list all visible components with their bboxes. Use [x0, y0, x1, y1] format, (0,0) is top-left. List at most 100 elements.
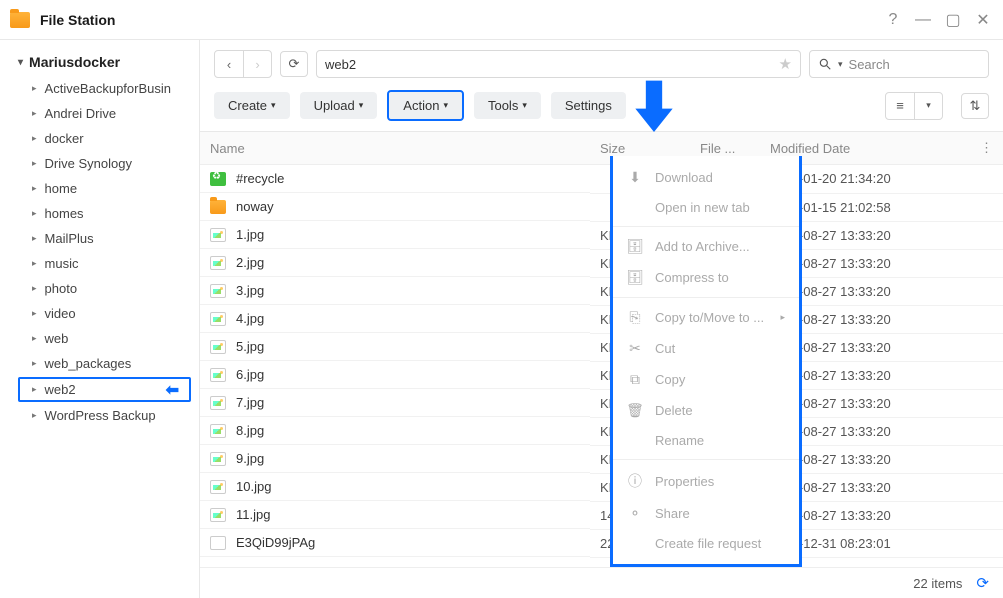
action-dropdown: ⬇Download Open in new tab 🗄Add to Archiv…: [610, 156, 802, 567]
img-icon: [210, 312, 226, 326]
file-name: 8.jpg: [236, 423, 264, 438]
table-row[interactable]: 4.jpgKBJPG ...2020-08-27 13:33:20: [200, 305, 1003, 333]
info-icon: ⓘ: [627, 471, 643, 491]
chevron-right-icon: ▸: [780, 312, 785, 323]
menu-download[interactable]: ⬇Download: [613, 162, 799, 193]
menu-open-tab[interactable]: Open in new tab: [613, 193, 799, 222]
img-icon: [210, 340, 226, 354]
search-icon: [818, 57, 832, 71]
file-name: E3QiD99jPAg: [236, 535, 315, 550]
menu-properties[interactable]: ⓘProperties: [613, 464, 799, 498]
settings-button[interactable]: Settings: [551, 92, 626, 119]
img-icon: [210, 424, 226, 438]
list-view-button[interactable]: ≡: [886, 93, 914, 119]
tools-button[interactable]: Tools▾: [474, 92, 541, 119]
copy-move-icon: ⎘: [627, 309, 643, 326]
sidebar-item-web[interactable]: web: [0, 326, 199, 351]
table-row[interactable]: 9.jpgKBJPG ...2020-08-27 13:33:20: [200, 445, 1003, 473]
view-dropdown-button[interactable]: ▾: [914, 93, 942, 119]
copy-icon: ⧉: [627, 371, 643, 388]
minimize-button[interactable]: —: [913, 10, 933, 30]
archive-icon: 🗄: [627, 238, 643, 255]
file-table: Name Size File ... Modified Date ⋮ #recy…: [200, 132, 1003, 558]
maximize-button[interactable]: ▢: [943, 10, 963, 30]
nav-buttons: ‹ ›: [214, 50, 272, 78]
folder-icon: [210, 200, 226, 214]
file-name: noway: [236, 199, 274, 214]
table-row[interactable]: 2.jpgKBJPG ...2020-08-27 13:33:20: [200, 249, 1003, 277]
compress-icon: 🗄: [627, 269, 643, 286]
sidebar-item-photo[interactable]: photo: [0, 276, 199, 301]
nav-forward-button[interactable]: ›: [243, 51, 271, 77]
help-button[interactable]: ?: [883, 10, 903, 30]
img-icon: [210, 228, 226, 242]
nav-back-button[interactable]: ‹: [215, 51, 243, 77]
menu-delete[interactable]: 🗑Delete: [613, 395, 799, 426]
create-button[interactable]: Create▾: [214, 92, 290, 119]
table-row[interactable]: nowayFolder2021-01-15 21:02:58: [200, 193, 1003, 221]
table-row[interactable]: 8.jpgKBJPG ...2020-08-27 13:33:20: [200, 417, 1003, 445]
search-dropdown-icon[interactable]: ▾: [838, 59, 843, 70]
sidebar-item-web2[interactable]: web2⬅: [18, 377, 191, 402]
upload-button[interactable]: Upload▾: [300, 92, 378, 119]
menu-add-archive[interactable]: 🗄Add to Archive...: [613, 231, 799, 262]
img-icon: [210, 452, 226, 466]
refresh-icon[interactable]: ⟳: [976, 574, 989, 592]
sidebar-item-music[interactable]: music: [0, 251, 199, 276]
table-row[interactable]: E3QiD99jPAg22.8 KBFile2020-12-31 08:23:0…: [200, 529, 1003, 557]
sidebar-item-andrei-drive[interactable]: Andrei Drive: [0, 101, 199, 126]
table-row[interactable]: #recycleFolder2021-01-20 21:34:20: [200, 165, 1003, 194]
menu-rename[interactable]: Rename: [613, 426, 799, 455]
table-row[interactable]: 3.jpgKBJPG ...2020-08-27 13:33:20: [200, 277, 1003, 305]
path-input[interactable]: web2 ★: [316, 50, 801, 78]
tree-root[interactable]: Mariusdocker: [0, 48, 199, 76]
path-value: web2: [325, 57, 356, 72]
file-name: 2.jpg: [236, 255, 264, 270]
file-name: 5.jpg: [236, 339, 264, 354]
sidebar-item-mailplus[interactable]: MailPlus: [0, 226, 199, 251]
file-name: 7.jpg: [236, 395, 264, 410]
col-name[interactable]: Name: [200, 132, 590, 165]
menu-cut[interactable]: ✂Cut: [613, 333, 799, 364]
content-area: ‹ › ⟳ web2 ★ ▾ Search Create▾ Upload▾ Ac…: [200, 40, 1003, 598]
menu-compress[interactable]: 🗄Compress to: [613, 262, 799, 293]
table-row[interactable]: 6.jpgKBJPG ...2020-08-27 13:33:20: [200, 361, 1003, 389]
table-row[interactable]: 10.jpgKBJPG ...2020-08-27 13:33:20: [200, 473, 1003, 501]
file-name: 3.jpg: [236, 283, 264, 298]
table-row[interactable]: 1.jpgKBJPG ...2020-08-27 13:33:20: [200, 221, 1003, 249]
cut-icon: ✂: [627, 340, 643, 357]
sidebar-item-docker[interactable]: docker: [0, 126, 199, 151]
share-icon: ⚬: [627, 505, 643, 522]
file-name: 9.jpg: [236, 451, 264, 466]
download-icon: ⬇: [627, 169, 643, 186]
sidebar-item-activebackupforbusin[interactable]: ActiveBackupforBusin: [0, 76, 199, 101]
reload-button[interactable]: ⟳: [280, 51, 308, 77]
sidebar-item-home[interactable]: home: [0, 176, 199, 201]
menu-create-request[interactable]: Create file request: [613, 529, 799, 558]
table-row[interactable]: 11.jpg144 KBJPG ...2020-08-27 13:33:20: [200, 501, 1003, 529]
close-button[interactable]: ✕: [973, 10, 993, 30]
img-icon: [210, 284, 226, 298]
sidebar-item-wordpress-backup[interactable]: WordPress Backup: [0, 403, 199, 428]
col-menu[interactable]: ⋮: [970, 132, 1003, 165]
delete-icon: 🗑: [627, 402, 643, 419]
menu-share[interactable]: ⚬Share: [613, 498, 799, 529]
sidebar-item-homes[interactable]: homes: [0, 201, 199, 226]
search-input[interactable]: ▾ Search: [809, 50, 989, 78]
view-mode-buttons: ≡ ▾: [885, 92, 943, 120]
sort-button[interactable]: ⇅: [961, 93, 989, 119]
table-row[interactable]: 7.jpgKBJPG ...2020-08-27 13:33:20: [200, 389, 1003, 417]
file-name: 11.jpg: [236, 507, 270, 522]
app-icon: [10, 12, 30, 28]
favorite-icon[interactable]: ★: [779, 55, 792, 73]
file-name: 10.jpg: [236, 479, 271, 494]
sidebar-item-drive-synology[interactable]: Drive Synology: [0, 151, 199, 176]
app-title: File Station: [40, 12, 873, 28]
menu-copy[interactable]: ⧉Copy: [613, 364, 799, 395]
sidebar-item-web-packages[interactable]: web_packages: [0, 351, 199, 376]
menu-copy-move[interactable]: ⎘Copy to/Move to ...▸: [613, 302, 799, 333]
file-icon: [210, 536, 226, 550]
sidebar-item-video[interactable]: video: [0, 301, 199, 326]
action-button[interactable]: Action▾: [387, 90, 464, 121]
table-row[interactable]: 5.jpgKBJPG ...2020-08-27 13:33:20: [200, 333, 1003, 361]
